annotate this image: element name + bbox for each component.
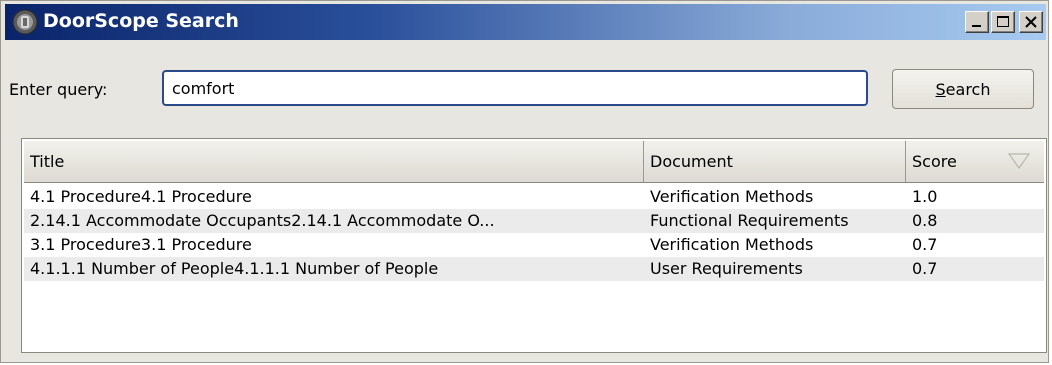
maximize-button[interactable] <box>991 11 1015 33</box>
table-row[interactable]: 4.1 Procedure4.1 Procedure Verification … <box>24 185 1044 209</box>
table-row[interactable]: 4.1.1.1 Number of People4.1.1.1 Number o… <box>24 257 1044 281</box>
row-document-cell: User Requirements <box>650 259 803 278</box>
query-input[interactable] <box>162 70 868 106</box>
sort-descending-icon <box>1008 153 1030 169</box>
close-button[interactable] <box>1019 11 1043 33</box>
row-document-cell: Verification Methods <box>650 235 814 254</box>
close-icon <box>1025 16 1037 28</box>
row-title-cell: 2.14.1 Accommodate Occupants2.14.1 Accom… <box>30 211 495 230</box>
row-title-cell: 3.1 Procedure3.1 Procedure <box>30 235 252 254</box>
table-row[interactable]: 2.14.1 Accommodate Occupants2.14.1 Accom… <box>24 209 1044 233</box>
minimize-button[interactable] <box>965 11 989 33</box>
search-window: DoorScope Search Enter query: Search Tit… <box>0 0 1049 363</box>
results-table: Title Document Score 4.1 Procedure4.1 Pr… <box>21 138 1047 353</box>
search-button-mnemonic: S <box>935 79 946 99</box>
column-header-score[interactable]: Score <box>906 141 1044 182</box>
row-score-cell: 0.7 <box>912 235 938 254</box>
row-score-cell: 0.7 <box>912 259 938 278</box>
column-header-score-label: Score <box>912 152 957 171</box>
maximize-icon <box>997 16 1009 27</box>
row-score-cell: 0.8 <box>912 211 938 230</box>
window-title: DoorScope Search <box>43 10 239 32</box>
column-header-document[interactable]: Document <box>644 141 906 182</box>
title-bar[interactable]: DoorScope Search <box>5 4 1046 40</box>
row-document-cell: Verification Methods <box>650 187 814 206</box>
query-label: Enter query: <box>9 80 108 99</box>
column-header-title-label: Title <box>30 152 65 171</box>
column-header-title[interactable]: Title <box>24 141 644 182</box>
search-button[interactable]: Search <box>892 69 1034 109</box>
row-title-cell: 4.1 Procedure4.1 Procedure <box>30 187 252 206</box>
table-header: Title Document Score <box>24 141 1044 183</box>
table-row[interactable]: 3.1 Procedure3.1 Procedure Verification … <box>24 233 1044 257</box>
row-document-cell: Functional Requirements <box>650 211 849 230</box>
row-title-cell: 4.1.1.1 Number of People4.1.1.1 Number o… <box>30 259 439 278</box>
app-icon <box>12 9 38 35</box>
column-header-document-label: Document <box>650 152 733 171</box>
minimize-icon <box>972 25 981 27</box>
search-button-label: earch <box>945 79 991 99</box>
row-score-cell: 1.0 <box>912 187 938 206</box>
